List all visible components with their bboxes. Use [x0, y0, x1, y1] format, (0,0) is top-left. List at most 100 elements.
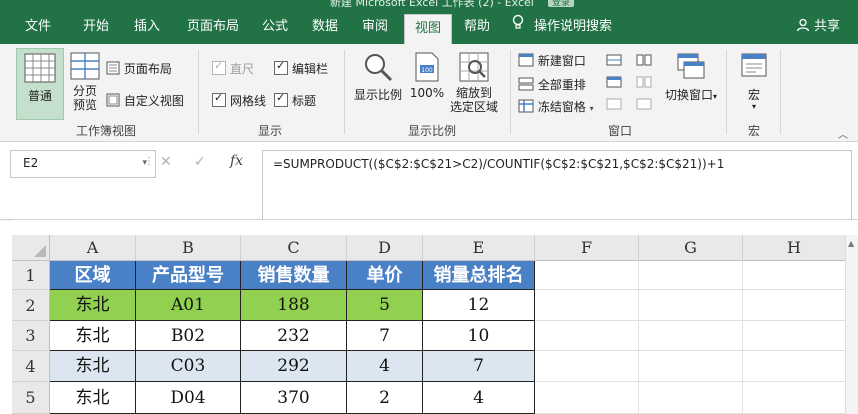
zoom-100-button[interactable]: 100 100%: [408, 52, 446, 100]
column-header-b[interactable]: B: [136, 235, 241, 261]
row-header-5[interactable]: 5: [12, 382, 50, 414]
new-window-button[interactable]: 新建窗口: [518, 52, 586, 69]
tell-me-search[interactable]: 操作说明搜索: [512, 10, 622, 44]
empty-cell[interactable]: [639, 351, 743, 382]
table-header-cell[interactable]: 区域: [50, 261, 136, 290]
table-cell[interactable]: 东北: [50, 382, 136, 414]
gridlines-checkbox[interactable]: 网格线: [212, 91, 266, 109]
tab-view[interactable]: 视图: [404, 14, 452, 45]
empty-cell[interactable]: [535, 261, 639, 290]
table-cell[interactable]: 东北: [50, 290, 136, 321]
empty-cell[interactable]: [535, 382, 639, 414]
row-header-3[interactable]: 3: [12, 321, 50, 351]
collapse-ribbon-button[interactable]: ︿: [838, 126, 848, 141]
table-header-cell[interactable]: 销售数量: [241, 261, 347, 290]
normal-view-button[interactable]: 普通: [16, 48, 64, 120]
vertical-scrollbar[interactable]: ▲: [845, 235, 858, 414]
empty-cell[interactable]: [639, 290, 743, 321]
column-header-a[interactable]: A: [50, 235, 136, 261]
page-layout-icon: [106, 61, 120, 76]
column-header-e[interactable]: E: [423, 235, 535, 261]
column-header-c[interactable]: C: [241, 235, 347, 261]
table-cell[interactable]: 232: [241, 321, 347, 351]
column-header-g[interactable]: G: [639, 235, 743, 261]
table-cell[interactable]: 2: [347, 382, 423, 414]
new-window-label: 新建窗口: [537, 54, 586, 68]
macros-button[interactable]: 宏 ▾: [734, 52, 774, 111]
table-cell[interactable]: 4: [347, 351, 423, 382]
table-header-cell[interactable]: 单价: [347, 261, 423, 290]
empty-cell[interactable]: [743, 382, 846, 414]
name-box[interactable]: E2 ▾: [10, 150, 156, 178]
ruler-checkbox[interactable]: 直尺: [212, 59, 255, 77]
table-cell[interactable]: B02: [136, 321, 241, 351]
split-button[interactable]: [606, 54, 622, 69]
table-header-cell[interactable]: 产品型号: [136, 261, 241, 290]
empty-cell[interactable]: [639, 382, 743, 414]
table-cell[interactable]: 370: [241, 382, 347, 414]
enter-check-icon[interactable]: ✓: [194, 154, 206, 170]
empty-cell[interactable]: [639, 321, 743, 351]
empty-cell[interactable]: [535, 321, 639, 351]
empty-cell[interactable]: [743, 321, 846, 351]
insert-function-icon[interactable]: fx: [230, 153, 243, 169]
zoom-button[interactable]: 显示比例: [352, 52, 404, 103]
empty-cell[interactable]: [743, 351, 846, 382]
select-all-button[interactable]: [12, 235, 50, 261]
empty-cell[interactable]: [743, 261, 846, 290]
formula-input[interactable]: =SUMPRODUCT(($C$2:$C$21>C2)/COUNTIF($C$2…: [262, 150, 852, 220]
table-cell[interactable]: 10: [423, 321, 535, 351]
reset-window-position-button[interactable]: [636, 98, 652, 113]
arrange-all-button[interactable]: 全部重排: [518, 76, 586, 93]
tab-help[interactable]: 帮助: [454, 10, 500, 44]
table-cell[interactable]: 东北: [50, 321, 136, 351]
empty-cell[interactable]: [639, 261, 743, 290]
scroll-up-icon[interactable]: ▲: [848, 239, 854, 248]
table-cell[interactable]: A01: [136, 290, 241, 321]
row-header-2[interactable]: 2: [12, 290, 50, 321]
table-cell[interactable]: 7: [423, 351, 535, 382]
empty-cell[interactable]: [535, 290, 639, 321]
formula-bar-checkbox[interactable]: 编辑栏: [274, 59, 328, 77]
page-layout-view-button[interactable]: 页面布局: [106, 60, 172, 77]
empty-cell[interactable]: [535, 351, 639, 382]
table-cell[interactable]: C03: [136, 351, 241, 382]
unhide-window-button[interactable]: [606, 98, 622, 113]
column-header-f[interactable]: F: [535, 235, 639, 261]
synchronous-scrolling-button[interactable]: [636, 76, 652, 91]
row-header-4[interactable]: 4: [12, 351, 50, 382]
hide-window-button[interactable]: [606, 76, 622, 91]
sign-in-button[interactable]: 登录: [548, 0, 574, 8]
table-cell[interactable]: 5: [347, 290, 423, 321]
empty-cell[interactable]: [743, 290, 846, 321]
table-cell[interactable]: 12: [423, 290, 535, 321]
tab-data[interactable]: 数据: [302, 10, 348, 44]
row-header-1[interactable]: 1: [12, 261, 50, 290]
tab-insert[interactable]: 插入: [124, 10, 170, 44]
ruler-label: 直尺: [230, 62, 255, 76]
column-header-d[interactable]: D: [347, 235, 423, 261]
share-button[interactable]: 共享: [796, 10, 840, 44]
tab-file[interactable]: 文件: [12, 10, 64, 44]
freeze-panes-button[interactable]: 冻结窗格 ▾: [518, 98, 594, 115]
tab-review[interactable]: 审阅: [352, 10, 398, 44]
table-cell[interactable]: 4: [423, 382, 535, 414]
switch-windows-button[interactable]: 切换窗口▾: [662, 52, 720, 103]
table-cell[interactable]: 292: [241, 351, 347, 382]
table-cell[interactable]: 188: [241, 290, 347, 321]
tab-page-layout[interactable]: 页面布局: [176, 10, 250, 44]
custom-views-button[interactable]: 自定义视图: [106, 92, 184, 109]
headings-checkbox[interactable]: 标题: [274, 91, 316, 109]
tab-formulas[interactable]: 公式: [252, 10, 298, 44]
table-header-cell[interactable]: 销量总排名: [423, 261, 535, 290]
column-header-h[interactable]: H: [743, 235, 846, 261]
page-break-preview-button[interactable]: 分页 预览: [66, 52, 104, 112]
table-cell[interactable]: D04: [136, 382, 241, 414]
chevron-up-icon: ︿: [838, 130, 848, 141]
cancel-icon[interactable]: ✕: [160, 154, 172, 170]
table-cell[interactable]: 东北: [50, 351, 136, 382]
zoom-to-selection-button[interactable]: 缩放到 选定区域: [448, 52, 500, 114]
table-cell[interactable]: 7: [347, 321, 423, 351]
tab-home[interactable]: 开始: [72, 10, 120, 44]
view-side-by-side-button[interactable]: [636, 54, 652, 69]
